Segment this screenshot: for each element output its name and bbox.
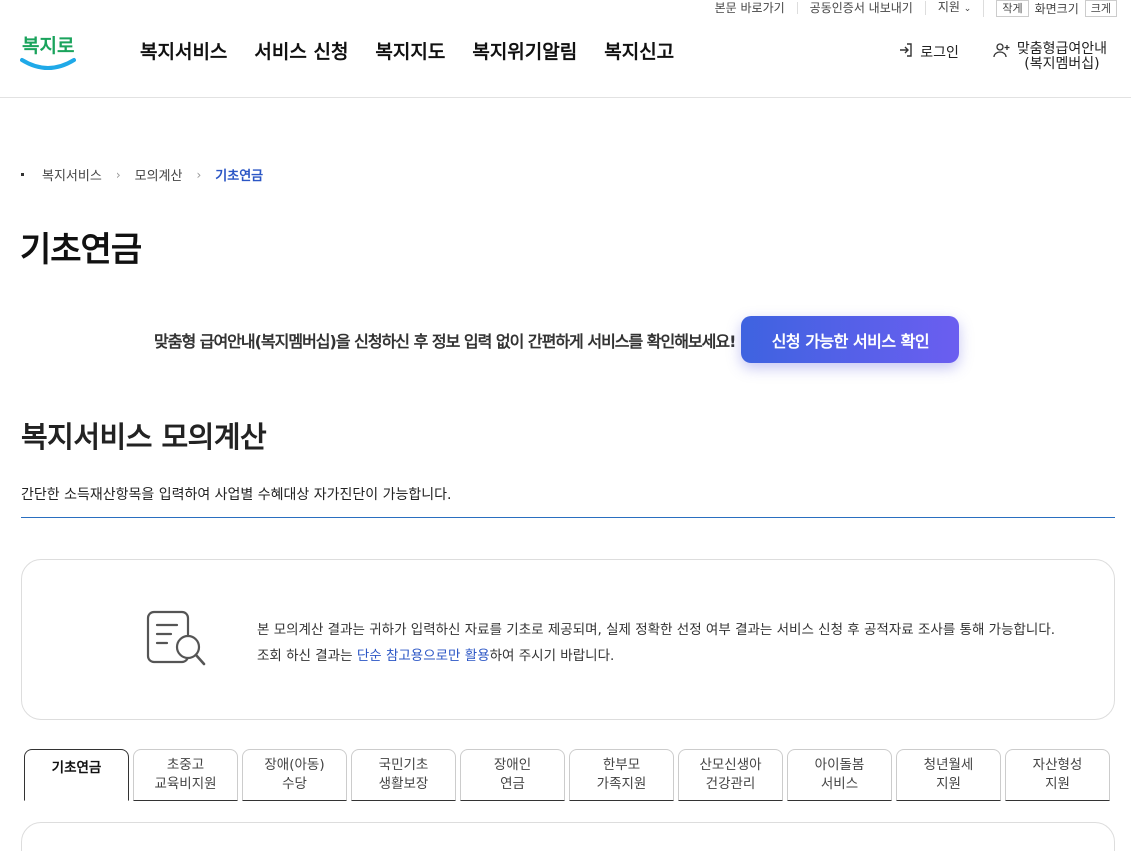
- document-search-icon: [146, 610, 206, 666]
- notice-box: 본 모의계산 결과는 귀하가 입력하신 자료를 기초로 제공되며, 실제 정확한…: [21, 559, 1115, 720]
- font-small-button[interactable]: 작게: [996, 0, 1029, 17]
- section-title: 복지서비스 모의계산: [21, 420, 267, 454]
- tab-label: 지원: [936, 776, 961, 792]
- chevron-right-icon: ›: [115, 167, 121, 182]
- section-description: 간단한 소득재산항목을 입력하여 사업별 수혜대상 자가진단이 가능합니다.: [21, 487, 452, 503]
- login-label: 로그인: [920, 45, 959, 61]
- promo-text: 맞춤형 급여안내(복지멤버십)을 신청하신 후 정보 입력 없이 간편하게 서비…: [154, 331, 736, 351]
- tab-label: 생활보장: [378, 776, 429, 792]
- header-actions: 로그인 맞춤형급여안내 (복지멤버십): [898, 42, 1107, 72]
- site-header: 복지로 복지서비스 서비스 신청 복지지도 복지위기알림 복지신고 로그인 맞춤…: [0, 16, 1131, 98]
- tab-label: 교육비지원: [154, 776, 217, 792]
- membership-label-line2: (복지멤버십): [1024, 56, 1100, 72]
- nav-welfare-map[interactable]: 복지지도: [375, 37, 445, 64]
- section-divider: [21, 517, 1115, 518]
- tab-disability-allowance[interactable]: 장애(아동) 수당: [242, 749, 347, 801]
- membership-label-line1: 맞춤형급여안내: [1016, 41, 1107, 57]
- svg-text:복지로: 복지로: [22, 35, 74, 57]
- tab-childcare[interactable]: 아이돌봄서비스: [787, 749, 892, 801]
- tab-label: 국민기초: [378, 757, 429, 773]
- membership-promo: 맞춤형 급여안내(복지멤버십)을 신청하신 후 정보 입력 없이 간편하게 서비…: [154, 316, 960, 363]
- tab-basic-livelihood[interactable]: 국민기초생활보장: [351, 749, 456, 801]
- global-nav: 복지서비스 서비스 신청 복지지도 복지위기알림 복지신고: [140, 37, 674, 64]
- tab-label: 수당: [282, 776, 307, 792]
- page-title: 기초연금: [20, 230, 142, 270]
- tab-label: 청년월세: [923, 757, 974, 773]
- chevron-down-icon: ⌄: [963, 4, 972, 14]
- membership-label: 맞춤형급여안내 (복지멤버십): [1017, 42, 1107, 72]
- tab-label: 한부모: [602, 757, 641, 773]
- tab-label: 초중고: [166, 757, 205, 773]
- tab-label: 가족지원: [596, 776, 647, 792]
- support-dropdown[interactable]: 지원 ⌄: [924, 0, 983, 15]
- breadcrumb-item-current: 기초연금: [215, 169, 264, 184]
- chevron-right-icon: ›: [196, 167, 202, 182]
- notice-text: 본 모의계산 결과는 귀하가 입력하신 자료를 기초로 제공되며, 실제 정확한…: [257, 617, 1067, 669]
- login-icon: [900, 43, 912, 57]
- tab-school-expense[interactable]: 초중고교육비지원: [133, 749, 238, 801]
- tab-label: 지원: [1045, 776, 1070, 792]
- calculator-tabs: 기초연금 초중고교육비지원 장애(아동) 수당 국민기초생활보장 장애인연금 한부…: [24, 749, 1110, 801]
- notice-text-end: 하여 주시기 바랍니다.: [489, 648, 615, 664]
- tab-label: 기초연금: [51, 760, 102, 776]
- support-label: 지원: [937, 0, 960, 14]
- tab-basic-pension[interactable]: 기초연금: [24, 749, 129, 801]
- notice-highlight: 단순 참고용으로만 활용: [356, 648, 490, 664]
- breadcrumb-item-welfare[interactable]: 복지서비스: [42, 165, 102, 184]
- tab-label: 아이돌봄: [814, 757, 865, 773]
- nav-service-apply[interactable]: 서비스 신청: [254, 37, 348, 64]
- home-dot-icon: [21, 173, 24, 176]
- font-size-controls: 작게 화면크기 크게: [983, 0, 1117, 17]
- tab-label: 연금: [500, 776, 525, 792]
- add-user-icon: [993, 43, 1010, 58]
- tab-label: 자산형성: [1032, 757, 1083, 773]
- nav-welfare-report[interactable]: 복지신고: [604, 37, 674, 64]
- tab-label: 산모신생아: [699, 757, 762, 773]
- utility-bar: 본문 바로가기 공동인증서 내보내기 지원 ⌄ 작게 화면크기 크게: [703, 0, 1117, 17]
- tab-maternal-newborn[interactable]: 산모신생아건강관리: [678, 749, 783, 801]
- cert-export-link[interactable]: 공동인증서 내보내기: [796, 2, 925, 14]
- nav-welfare-service[interactable]: 복지서비스: [140, 37, 227, 64]
- membership-button[interactable]: 맞춤형급여안내 (복지멤버십): [993, 42, 1107, 72]
- login-button[interactable]: 로그인: [898, 42, 959, 72]
- logo-mark-icon: 복지로: [20, 35, 76, 70]
- tab-asset-building[interactable]: 자산형성지원: [1005, 749, 1110, 801]
- tab-label: 서비스: [820, 776, 859, 792]
- site-logo[interactable]: 복지로: [20, 26, 76, 74]
- nav-crisis-alert[interactable]: 복지위기알림: [472, 37, 577, 64]
- tab-disability-pension[interactable]: 장애인연금: [460, 749, 565, 801]
- tab-label: 건강관리: [705, 776, 756, 792]
- check-services-button[interactable]: 신청 가능한 서비스 확인: [741, 316, 960, 363]
- tab-label: 장애인: [493, 757, 532, 773]
- breadcrumb-item-simulation[interactable]: 모의계산: [135, 165, 183, 184]
- calculator-form-box: [21, 822, 1115, 851]
- tab-label: 장애(아동): [264, 757, 325, 773]
- tab-youth-rent[interactable]: 청년월세지원: [896, 749, 1001, 801]
- breadcrumb: 복지서비스 › 모의계산 › 기초연금: [21, 165, 263, 184]
- skip-to-content-link[interactable]: 본문 바로가기: [703, 2, 797, 14]
- tab-single-parent[interactable]: 한부모가족지원: [569, 749, 674, 801]
- screen-size-label: 화면크기: [1034, 1, 1079, 16]
- font-large-button[interactable]: 크게: [1084, 0, 1117, 17]
